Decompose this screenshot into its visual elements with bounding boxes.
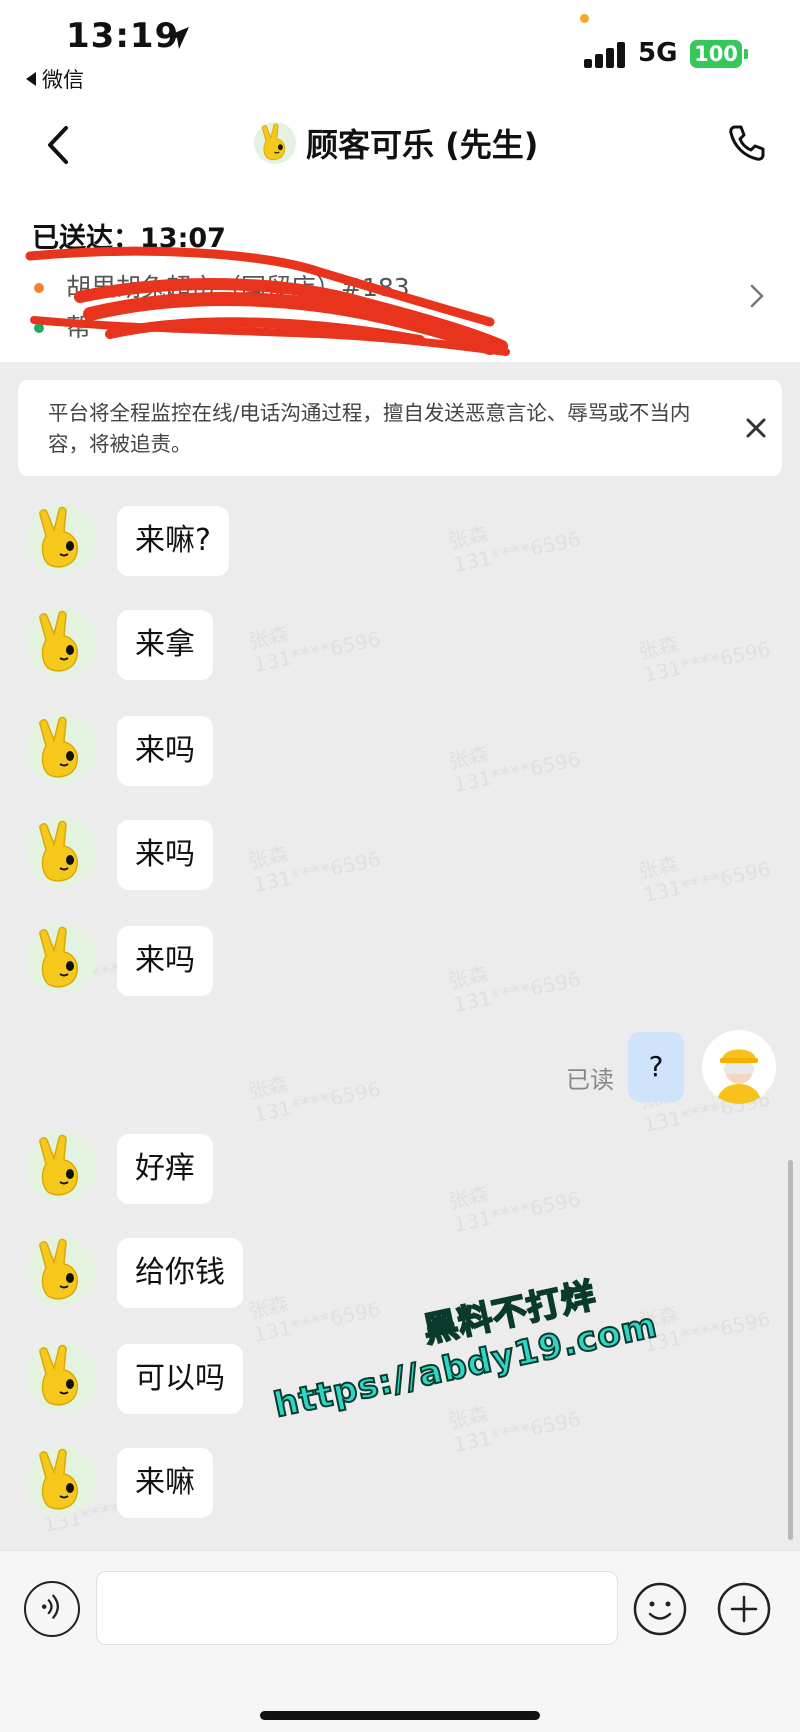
signal-icon [584, 42, 628, 68]
rabbit-avatar-icon [39, 1344, 78, 1406]
customer-avatar[interactable] [26, 1342, 96, 1412]
rabbit-avatar-icon [39, 820, 78, 882]
battery-level: 100 [694, 42, 738, 66]
customer-avatar[interactable] [26, 924, 96, 994]
message-bubble[interactable]: 来拿 [117, 610, 213, 680]
read-status: 已读 [566, 1066, 614, 1094]
message-row: 来吗 [0, 814, 800, 902]
rider-avatar[interactable] [702, 1030, 776, 1104]
message-bubble[interactable]: 来吗 [117, 716, 213, 786]
my-message-bubble[interactable]: ? [628, 1032, 684, 1102]
message-row: 好痒 [0, 1128, 800, 1216]
network-type: 5G [638, 38, 678, 68]
delivery-status: 已送达：13:07 [32, 223, 226, 254]
rabbit-avatar-icon [39, 1238, 78, 1300]
message-row: 来吗 [0, 920, 800, 1008]
message-bubble[interactable]: 来吗 [117, 820, 213, 890]
phone-icon[interactable] [726, 122, 768, 164]
message-bubble[interactable]: 来吗 [117, 926, 213, 996]
customer-avatar[interactable] [26, 1446, 96, 1516]
back-triangle-icon [26, 72, 36, 86]
chat-area[interactable]: 张森 131****6596 张森 131****6596 张森 131****659… [0, 476, 800, 1550]
message-bubble[interactable]: 可以吗 [117, 1344, 243, 1414]
input-bar [0, 1550, 800, 1732]
customer-avatar[interactable] [26, 504, 96, 574]
battery-icon: 100 [690, 40, 742, 68]
rabbit-avatar-icon [261, 123, 286, 161]
battery-tip [744, 49, 748, 59]
store-name: 胡里胡兔超市（国贸店）#183 [66, 273, 410, 302]
rabbit-avatar-icon [39, 610, 78, 672]
customer-address: 帮 [66, 313, 92, 342]
notice-text: 平台将全程监控在线/电话沟通过程，擅自发送恶意言论、辱骂或不当内容，将被追责。 [48, 401, 691, 456]
status-bar: 13:19 微信 5G 100 [0, 0, 800, 100]
close-icon[interactable] [738, 410, 774, 446]
home-indicator[interactable] [260, 1711, 540, 1720]
message-row: 给你钱 [0, 1232, 800, 1320]
emoji-icon[interactable] [632, 1581, 688, 1637]
message-row: 来吗 [0, 710, 800, 798]
rabbit-avatar-icon [39, 1134, 78, 1196]
customer-avatar[interactable] [26, 818, 96, 888]
message-bubble[interactable]: 好痒 [117, 1134, 213, 1204]
order-info-card[interactable]: 已送达：13:07 胡里胡兔超市（国贸店）#183 帮 [0, 190, 800, 362]
monitoring-notice: 平台将全程监控在线/电话沟通过程，擅自发送恶意言论、辱骂或不当内容，将被追责。 [18, 380, 782, 476]
voice-button[interactable] [24, 1581, 80, 1637]
message-bubble[interactable]: 来嘛 [117, 1448, 213, 1518]
address-dot [34, 323, 44, 333]
chevron-left-icon[interactable] [40, 122, 80, 168]
privacy-indicator-dot [580, 14, 589, 23]
scrollbar[interactable] [788, 1160, 793, 1540]
store-dot [34, 283, 44, 293]
rabbit-avatar-icon [39, 1448, 78, 1510]
my-message-row: 已读 ? [0, 1026, 800, 1116]
message-bubble[interactable]: 来嘛? [117, 506, 229, 576]
page-title: 顾客可乐 (先生) [306, 126, 539, 164]
message-row: 来嘛? [0, 500, 800, 588]
voice-icon [41, 1594, 60, 1619]
status-time: 13:19 [66, 16, 180, 56]
location-arrow-icon [167, 27, 189, 49]
customer-avatar[interactable] [26, 1132, 96, 1202]
message-input[interactable] [96, 1571, 618, 1645]
customer-avatar[interactable] [26, 714, 96, 784]
rider-avatar-icon [716, 1049, 762, 1104]
chat-header: 顾客可乐 (先生) [0, 100, 800, 190]
message-row: 来嘛 [0, 1442, 800, 1530]
rabbit-avatar-icon [39, 506, 78, 568]
chevron-right-icon [750, 284, 764, 308]
rabbit-avatar-icon [39, 926, 78, 988]
customer-avatar-small [254, 122, 296, 164]
back-app-label: 微信 [42, 68, 84, 92]
message-row: 来拿 [0, 604, 800, 692]
message-bubble[interactable]: 给你钱 [117, 1238, 243, 1308]
message-row: 可以吗 [0, 1338, 800, 1426]
customer-avatar[interactable] [26, 608, 96, 678]
plus-icon[interactable] [716, 1581, 772, 1637]
customer-avatar[interactable] [26, 1236, 96, 1306]
rabbit-avatar-icon [39, 716, 78, 778]
back-to-app-button[interactable]: 微信 [26, 64, 84, 94]
